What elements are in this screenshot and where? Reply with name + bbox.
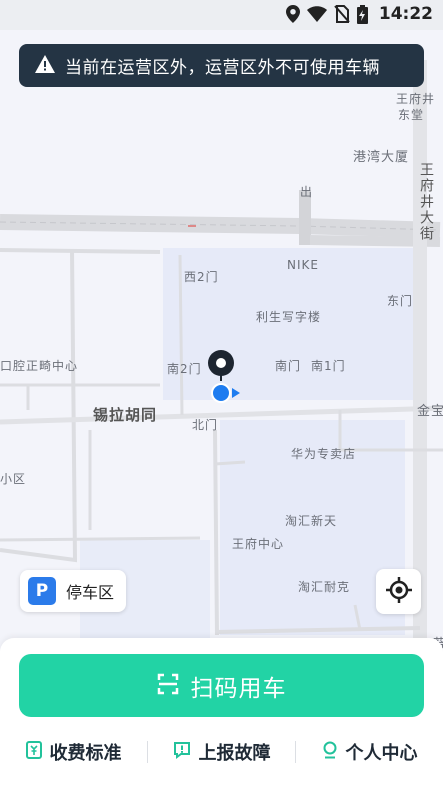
nav-label: 收费标准 bbox=[49, 743, 122, 764]
map-label: 淘汇耐克 bbox=[298, 580, 351, 594]
banner-text: 当前在运营区外，运营区外不可使用车辆 bbox=[65, 58, 380, 78]
map-label: 小区 bbox=[0, 472, 27, 486]
wifi-icon bbox=[306, 6, 327, 22]
scan-button-label: 扫码用车 bbox=[190, 675, 287, 702]
map-label: 王府井 bbox=[396, 92, 436, 106]
parking-zone-button[interactable]: P 停车区 bbox=[20, 570, 126, 612]
map-label: 港湾大厦 bbox=[353, 150, 410, 165]
map-label: 锡拉胡同 bbox=[93, 406, 158, 424]
nav-label: 个人中心 bbox=[345, 743, 418, 764]
map-label: 口腔正畸中心 bbox=[0, 359, 79, 373]
map-view[interactable]: 王府井 东堂 港湾大厦 出 王府井大街 NIKE 西2门 利生写字楼 东门 口腔… bbox=[0, 30, 443, 650]
scan-icon bbox=[157, 673, 179, 699]
nav-personal-center[interactable]: 个人中心 bbox=[296, 739, 443, 765]
map-label: 南2门 bbox=[167, 362, 202, 376]
map-label: 西2门 bbox=[184, 270, 219, 284]
scan-to-ride-button[interactable]: 扫码用车 bbox=[19, 654, 424, 717]
nav-label: 上报故障 bbox=[198, 743, 271, 764]
parking-label: 停车区 bbox=[66, 583, 115, 602]
map-label: 淘汇新天 bbox=[285, 514, 338, 528]
map-base bbox=[0, 60, 443, 650]
crosshair-icon bbox=[385, 576, 412, 607]
map-label: 华为专卖店 bbox=[291, 447, 357, 461]
map-label: 王府中心 bbox=[232, 537, 285, 551]
map-label: 利生写字楼 bbox=[256, 310, 322, 324]
status-bar: 14:22 bbox=[0, 0, 443, 30]
current-location-icon bbox=[211, 383, 231, 403]
user-icon bbox=[322, 741, 338, 764]
bottom-nav: 收费标准 上报故障 个人中心 bbox=[0, 730, 443, 774]
location-icon bbox=[285, 5, 300, 23]
fee-icon bbox=[25, 740, 42, 764]
map-label: 东堂 bbox=[398, 108, 425, 122]
bottom-panel: 扫码用车 收费标准 上报故障 个人中心 bbox=[0, 638, 443, 787]
heading-arrow-icon bbox=[232, 388, 240, 398]
map-label: 北门 bbox=[192, 418, 219, 432]
warning-icon bbox=[35, 54, 55, 77]
map-label: NIKE bbox=[287, 258, 319, 272]
nav-fee-standard[interactable]: 收费标准 bbox=[0, 739, 147, 765]
nav-report-fault[interactable]: 上报故障 bbox=[148, 739, 295, 765]
map-label: 王府井大街 bbox=[418, 162, 434, 242]
battery-charging-icon bbox=[356, 4, 368, 24]
no-sim-icon bbox=[334, 5, 350, 23]
out-of-zone-banner: 当前在运营区外，运营区外不可使用车辆 bbox=[19, 44, 424, 87]
parking-icon: P bbox=[28, 577, 56, 605]
map-label: 金宝 bbox=[417, 404, 443, 419]
status-time: 14:22 bbox=[378, 4, 433, 24]
locate-me-button[interactable] bbox=[376, 569, 421, 614]
report-icon bbox=[173, 741, 191, 764]
map-label: 南门 bbox=[275, 359, 302, 373]
map-label: 东门 bbox=[387, 294, 414, 308]
map-label: 出 bbox=[300, 185, 314, 199]
map-label: 南1门 bbox=[311, 359, 346, 373]
map-pin-icon bbox=[207, 349, 235, 385]
